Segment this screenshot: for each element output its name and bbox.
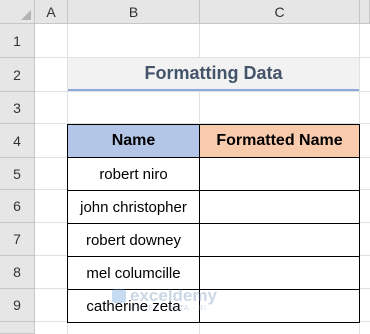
select-all-button[interactable] bbox=[0, 0, 35, 24]
select-all-icon bbox=[21, 10, 31, 20]
formatted-name-cell[interactable] bbox=[199, 223, 360, 257]
row-header-3[interactable]: 3 bbox=[0, 92, 35, 124]
gridline bbox=[35, 91, 370, 92]
spreadsheet: A B C 1 2 3 4 5 6 7 8 9 Formatting Data … bbox=[0, 0, 370, 334]
row-header-4[interactable]: 4 bbox=[0, 124, 35, 158]
name-cell[interactable]: mel columcille bbox=[67, 256, 200, 290]
row-header-6[interactable]: 6 bbox=[0, 190, 35, 223]
watermark-tagline: EXCEL · DATA · BI bbox=[131, 305, 207, 312]
watermark: exceldemy EXCEL · DATA · BI bbox=[112, 286, 217, 312]
row-header-7[interactable]: 7 bbox=[0, 223, 35, 256]
formatted-name-cell[interactable] bbox=[199, 190, 360, 224]
row-header-1[interactable]: 1 bbox=[0, 24, 35, 58]
row-header-8[interactable]: 8 bbox=[0, 256, 35, 289]
row-header-9[interactable]: 9 bbox=[0, 289, 35, 322]
row-header-5[interactable]: 5 bbox=[0, 158, 35, 190]
watermark-brand: exceldemy bbox=[130, 286, 217, 305]
row-header-10[interactable] bbox=[0, 322, 35, 334]
row-header-2[interactable]: 2 bbox=[0, 58, 35, 92]
formatted-name-cell[interactable] bbox=[199, 157, 360, 191]
exceldemy-logo-icon bbox=[112, 289, 126, 303]
header-name[interactable]: Name bbox=[67, 124, 200, 158]
name-cell[interactable]: robert niro bbox=[67, 157, 200, 191]
formatted-name-cell[interactable] bbox=[199, 256, 360, 290]
column-header-a[interactable]: A bbox=[35, 0, 68, 24]
header-formatted-name[interactable]: Formatted Name bbox=[199, 124, 360, 158]
name-cell[interactable]: john christopher bbox=[67, 190, 200, 224]
formatted-name-cell[interactable] bbox=[199, 289, 360, 323]
column-header-d[interactable] bbox=[360, 0, 370, 24]
name-cell[interactable]: robert downey bbox=[67, 223, 200, 257]
sheet-title[interactable]: Formatting Data bbox=[68, 58, 359, 91]
column-header-c[interactable]: C bbox=[200, 0, 360, 24]
column-header-b[interactable]: B bbox=[68, 0, 200, 24]
